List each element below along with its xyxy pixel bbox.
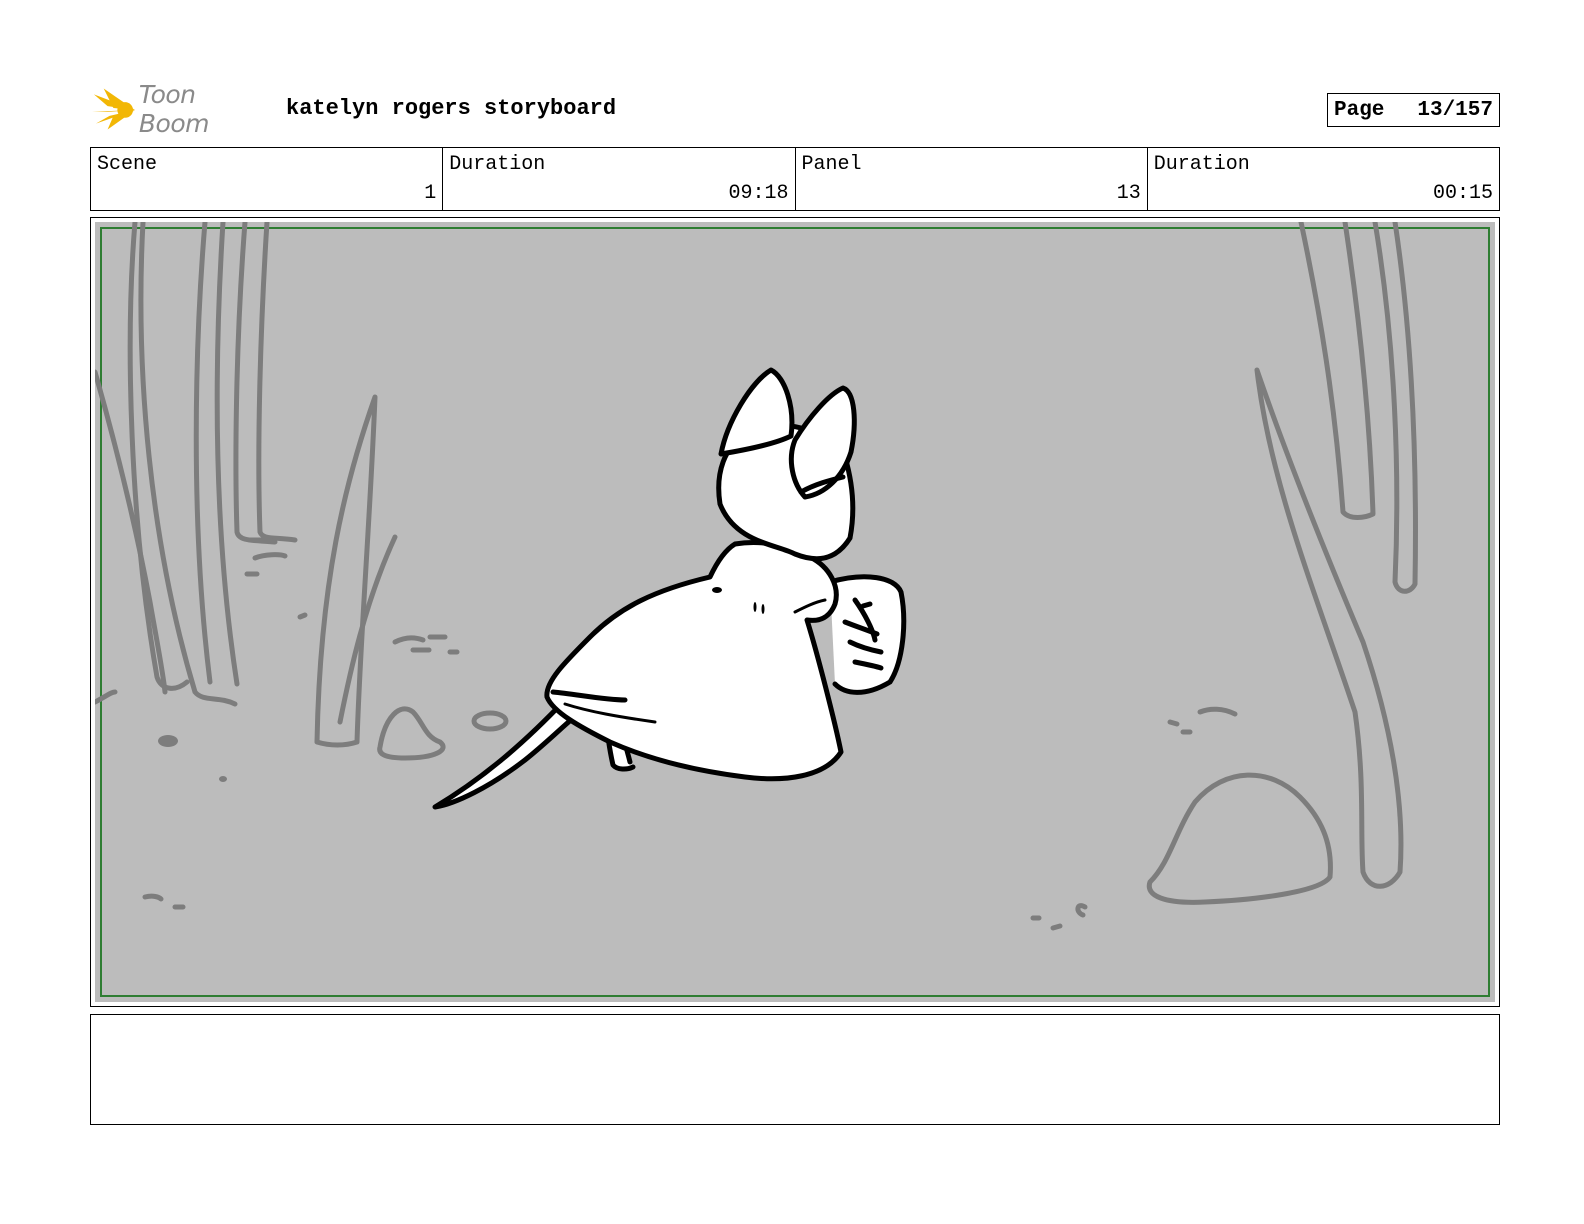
mouse-left-ear <box>718 367 795 457</box>
panel-label: Panel <box>801 153 862 176</box>
small-ring-stone <box>471 710 509 732</box>
ground-pebble-1 <box>158 735 178 747</box>
small-rock-left <box>377 706 446 761</box>
right-tree-trunk-1 <box>1298 222 1376 520</box>
page-number: 13/157 <box>1417 98 1493 122</box>
logo-wordmark: Toon Boom <box>138 80 210 138</box>
scene-duration-value: 09:18 <box>728 182 789 205</box>
scene-duration-cell: Duration 09:18 <box>443 148 796 210</box>
document-title: katelyn rogers storyboard <box>286 96 617 121</box>
panel-notes-box <box>90 1014 1500 1125</box>
right-tree-trunk-2 <box>1372 222 1418 594</box>
toon-boom-starburst-icon <box>91 88 135 130</box>
panel-drawing <box>95 222 1495 1002</box>
panel-cell: Panel 13 <box>796 148 1148 210</box>
mouse-cloak <box>544 540 844 782</box>
storyboard-panel <box>90 217 1500 1007</box>
left-tree-trunk-7 <box>256 222 298 543</box>
mouse-character <box>432 367 907 810</box>
panel-number: 13 <box>1116 182 1141 205</box>
scene-duration-label: Duration <box>449 153 546 176</box>
basket <box>827 574 907 695</box>
panel-duration-cell: Duration 00:15 <box>1148 148 1499 210</box>
toon-boom-logo: Toon Boom <box>90 80 270 138</box>
left-tree-trunk-6 <box>233 222 278 545</box>
right-tree-trunk-3 <box>1254 367 1404 889</box>
panel-duration-value: 00:15 <box>1432 182 1493 205</box>
page-indicator: Page 13/157 <box>1327 93 1500 127</box>
scene-number: 1 <box>424 182 437 205</box>
storyboard-header: Toon Boom katelyn rogers storyboard Page… <box>90 80 1500 138</box>
big-rock-right <box>1146 772 1333 905</box>
scene-cell: Scene 1 <box>91 148 444 210</box>
panel-sketch <box>95 222 1490 997</box>
page-label: Page <box>1334 98 1385 122</box>
scene-label: Scene <box>97 153 158 176</box>
panel-duration-label: Duration <box>1153 153 1250 176</box>
left-tree-trunk-4 <box>193 222 213 685</box>
scene-info-row: Scene 1 Duration 09:18 Panel 13 Duration… <box>90 147 1500 211</box>
